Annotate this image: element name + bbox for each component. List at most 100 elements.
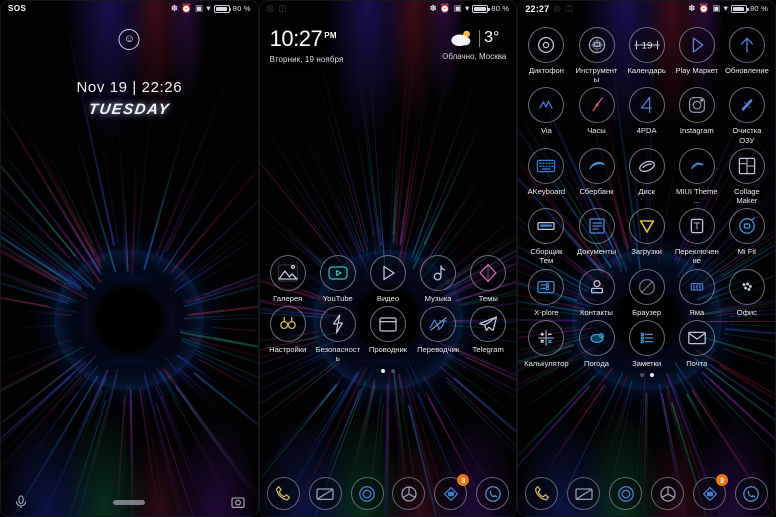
office-icon[interactable] xyxy=(728,268,765,305)
fourpda-icon[interactable] xyxy=(628,87,665,124)
play-store-icon[interactable] xyxy=(678,27,715,63)
documents-icon[interactable] xyxy=(578,208,615,245)
switch-icon[interactable] xyxy=(678,208,715,245)
app-collage-maker[interactable]: Collage Maker xyxy=(722,145,772,205)
dock-whatsapp[interactable] xyxy=(476,477,510,510)
app-recorder[interactable]: Диктофон xyxy=(521,24,571,84)
downloads-icon[interactable] xyxy=(628,208,665,245)
app-explorer[interactable]: Проводник xyxy=(363,303,413,363)
app-documents[interactable]: Документы xyxy=(571,205,621,265)
camera-icon[interactable] xyxy=(230,494,246,510)
app-telegram[interactable]: Telegram xyxy=(463,303,513,363)
clock-icon[interactable] xyxy=(578,87,615,124)
app-office[interactable]: Офис xyxy=(722,266,772,317)
app-updater[interactable]: Обновление xyxy=(722,24,772,84)
app-mi-fit[interactable]: Mi Fit xyxy=(722,205,772,265)
translate-icon[interactable] xyxy=(420,306,457,343)
app-themes[interactable]: Темы xyxy=(463,252,513,303)
tools-icon[interactable] xyxy=(578,27,615,63)
app-calendar[interactable]: 19 Календарь xyxy=(622,24,672,84)
video-icon[interactable] xyxy=(369,255,406,291)
app-mail[interactable]: Почта xyxy=(672,317,722,368)
app-contacts[interactable]: Контакты xyxy=(571,266,621,317)
mi-fit-icon[interactable] xyxy=(728,208,765,245)
mail-icon[interactable] xyxy=(678,319,715,356)
sberbank-icon[interactable] xyxy=(578,147,615,184)
page-dot[interactable] xyxy=(380,368,385,373)
app-instagram[interactable]: Instagram xyxy=(672,84,722,144)
notes-icon[interactable] xyxy=(628,319,665,356)
app-youtube[interactable]: YouTube xyxy=(313,252,363,303)
explorer-icon[interactable] xyxy=(369,306,406,343)
recorder-icon[interactable] xyxy=(528,27,565,63)
dock-chrome[interactable] xyxy=(350,477,384,510)
dock-messaging[interactable] xyxy=(567,477,601,510)
app-ram-cleaner[interactable]: Очистка ОЗУ xyxy=(722,84,772,145)
xplore-icon[interactable] xyxy=(528,268,565,305)
app-tools[interactable]: Инструменты xyxy=(571,24,621,84)
page-dot[interactable] xyxy=(639,373,644,378)
app-miui-theme[interactable]: MIUI Theme ... xyxy=(672,145,722,205)
app-sberbank[interactable]: Сбербанк xyxy=(571,145,621,205)
calculator-icon[interactable] xyxy=(528,319,565,356)
emoji-button[interactable]: ☺ xyxy=(118,29,140,50)
app-clock[interactable]: Часы xyxy=(571,84,621,144)
dock-messaging[interactable] xyxy=(308,477,342,510)
youtube-icon[interactable] xyxy=(319,255,356,291)
app-gallery[interactable]: Галерея xyxy=(263,252,313,303)
via-browser-icon[interactable] xyxy=(528,87,565,124)
dock-whatsapp[interactable] xyxy=(734,477,768,510)
calendar-icon[interactable]: 19 xyxy=(628,27,665,63)
updater-icon[interactable] xyxy=(728,27,765,63)
page-dot[interactable] xyxy=(390,368,395,373)
dock-camera-dock[interactable] xyxy=(392,477,426,510)
settings-icon[interactable] xyxy=(269,306,306,343)
telegram-icon[interactable] xyxy=(470,306,507,343)
app-play-store[interactable]: Play Маркет xyxy=(672,24,722,84)
theme-collector-icon[interactable] xyxy=(528,208,565,245)
app-theme-collector[interactable]: Сборщик Тем xyxy=(521,205,571,265)
instagram-icon[interactable] xyxy=(678,87,715,124)
security-icon[interactable] xyxy=(319,306,356,343)
yandex-disk-icon[interactable] xyxy=(628,147,665,184)
app-music[interactable]: Музыка xyxy=(413,252,463,303)
themes-icon[interactable] xyxy=(470,255,507,291)
app-settings[interactable]: Настройки xyxy=(263,303,313,363)
ram-cleaner-icon[interactable] xyxy=(728,87,765,124)
music-icon[interactable] xyxy=(420,255,457,291)
page-indicator-2[interactable] xyxy=(518,373,775,378)
weather-block[interactable]: 3° Облачно, Москва xyxy=(442,28,506,61)
clock-weather-widget[interactable]: 10:27 PM Вторник, 19 ноября 3° Облачно, М… xyxy=(260,16,517,65)
app-xplore[interactable]: X-plore xyxy=(521,266,571,317)
app-via-browser[interactable]: Via xyxy=(521,84,571,144)
browser-icon[interactable] xyxy=(628,268,665,305)
weather-icon[interactable] xyxy=(578,319,615,356)
page-dot[interactable] xyxy=(649,373,654,378)
page-indicator-1[interactable] xyxy=(260,368,517,373)
dock-phone[interactable] xyxy=(525,477,559,510)
gallery-icon[interactable] xyxy=(269,255,306,291)
keyboard-icon[interactable] xyxy=(528,147,565,184)
dock-vk[interactable]: 3 xyxy=(434,474,470,510)
app-keyboard[interactable]: AKeyboard xyxy=(521,145,571,205)
collage-maker-icon[interactable] xyxy=(728,147,765,184)
app-switch[interactable]: Переключение xyxy=(672,205,722,265)
clock-block[interactable]: 10:27 PM Вторник, 19 ноября xyxy=(270,28,344,65)
contacts-icon[interactable] xyxy=(578,268,615,305)
home-indicator[interactable] xyxy=(113,499,146,505)
app-translate[interactable]: Переводчик xyxy=(413,303,463,363)
app-fourpda[interactable]: 4PDA xyxy=(622,84,672,144)
app-calculator[interactable]: Калькулятор xyxy=(521,317,571,368)
app-downloads[interactable]: Загрузки xyxy=(622,205,672,265)
dock-vk[interactable]: 3 xyxy=(693,474,728,510)
dock-camera-dock[interactable] xyxy=(651,477,685,510)
app-notes[interactable]: Заметки xyxy=(622,317,672,368)
dock-phone[interactable] xyxy=(266,477,300,510)
app-security[interactable]: Безопасность xyxy=(313,303,363,363)
app-weather[interactable]: Погода xyxy=(571,317,621,368)
app-video[interactable]: Видео xyxy=(363,252,413,303)
dock-chrome[interactable] xyxy=(609,477,643,510)
app-yandex-disk[interactable]: Диск xyxy=(622,145,672,205)
app-yama[interactable]: Яма xyxy=(672,266,722,317)
miui-theme-icon[interactable] xyxy=(678,147,715,184)
